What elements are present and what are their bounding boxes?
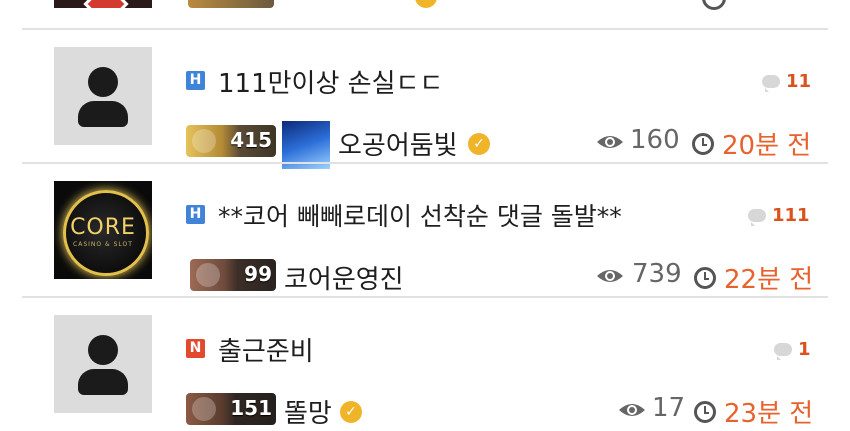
shield-icon [83, 0, 129, 8]
category-badge: H [186, 205, 205, 224]
post-time: 20분 전 [722, 131, 812, 161]
wing-icon [192, 397, 216, 421]
level-number: 151 [230, 396, 272, 420]
view-count: 160 [630, 125, 680, 155]
verified-badge-icon: ✓ [340, 401, 362, 423]
verified-badge-icon [415, 0, 437, 8]
post-row[interactable]: CORE CASINO & SLOT H **코어 빼빼로데이 선착순 댓글 돌… [0, 163, 850, 297]
eye-icon [597, 136, 623, 148]
category-badge: N [186, 339, 205, 358]
author-name[interactable]: 코어운영진 [284, 259, 404, 296]
post-thumbnail[interactable] [54, 0, 152, 8]
thumbnail-logo-text: CORE [70, 215, 136, 240]
view-count: 739 [632, 259, 682, 289]
post-thumbnail[interactable] [54, 315, 152, 413]
post-time: 22분 전 [724, 265, 814, 295]
post-row[interactable]: N 출근준비 1 151 똘망 ✓ 17 23분 전 [0, 297, 850, 431]
category-badge: H [186, 71, 205, 90]
verified-badge-icon: ✓ [468, 133, 490, 155]
clock-icon [702, 0, 726, 10]
level-badge: 151 [186, 393, 276, 425]
post-thumbnail[interactable] [54, 47, 152, 145]
post-title[interactable]: 출근준비 [218, 331, 314, 368]
post-title[interactable]: 111만이상 손실ㄷㄷ [218, 63, 443, 100]
eye-icon [597, 270, 623, 282]
post-time: 23분 전 [724, 399, 814, 429]
comment-count[interactable]: 111 [772, 205, 810, 226]
user-placeholder-icon [88, 67, 118, 97]
level-number: 99 [244, 262, 272, 286]
comment-icon [762, 75, 780, 92]
comment-count[interactable]: 11 [786, 71, 811, 92]
comment-icon [748, 209, 766, 226]
wing-icon [196, 263, 220, 287]
user-placeholder-body [78, 369, 128, 395]
author-name[interactable]: 오공어둠빛 [338, 125, 458, 162]
clock-icon [694, 401, 716, 423]
comment-count[interactable]: 1 [798, 339, 811, 360]
post-title[interactable]: **코어 빼빼로데이 선착순 댓글 돌발** [218, 197, 622, 233]
post-thumbnail[interactable]: CORE CASINO & SLOT [54, 181, 152, 279]
user-placeholder-icon [88, 335, 118, 365]
clock-icon [692, 133, 714, 155]
clock-icon [694, 267, 716, 289]
level-badge: 99 [190, 259, 276, 291]
thumbnail-logo-subtext: CASINO & SLOT [73, 241, 133, 248]
user-placeholder-body [78, 101, 128, 127]
level-badge: 415 [186, 125, 276, 157]
view-count: 17 [652, 393, 686, 423]
author-name[interactable]: 똘망 [284, 393, 332, 430]
wing-icon [192, 129, 216, 153]
level-number: 415 [230, 128, 272, 152]
post-row[interactable]: H 111만이상 손실ㄷㄷ 11 415 오공어둠빛 ✓ 160 20분 전 [0, 29, 850, 169]
comment-icon [774, 343, 792, 360]
level-badge [188, 0, 274, 8]
eye-icon [619, 404, 645, 416]
